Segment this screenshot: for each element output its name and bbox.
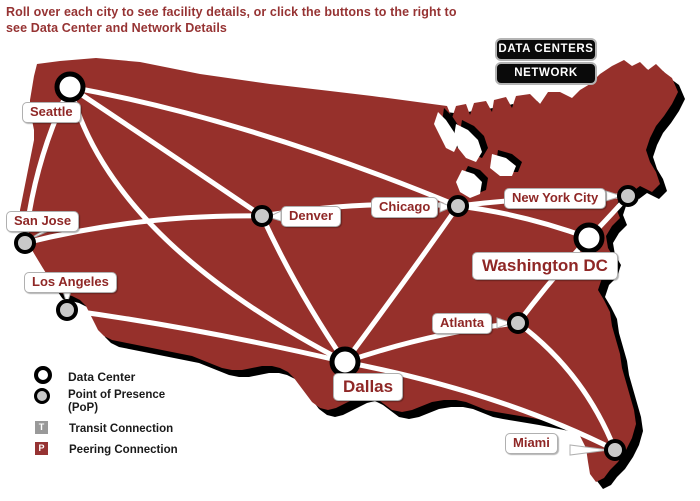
transit-badge-letter: T [35, 421, 48, 434]
node-new-york-city[interactable] [617, 185, 639, 207]
map-legend: Data Center Point of Presence (PoP) T Tr… [34, 366, 244, 459]
legend-item-data-center: Data Center [34, 366, 244, 387]
node-denver[interactable] [251, 205, 273, 227]
legend-item-point-of-presence: Point of Presence (PoP) [34, 388, 244, 415]
data-centers-button[interactable]: DATA CENTERS [495, 38, 597, 61]
city-label-atlanta[interactable]: Atlanta [432, 313, 493, 334]
legend-label-peering-connection: Peering Connection [69, 444, 178, 456]
city-label-san-jose[interactable]: San Jose [6, 211, 80, 232]
node-atlanta[interactable] [507, 312, 529, 334]
city-label-seattle[interactable]: Seattle [22, 102, 81, 123]
legend-label-transit-connection: Transit Connection [69, 423, 174, 435]
legend-item-peering-connection: P Peering Connection [34, 442, 244, 457]
city-label-dallas[interactable]: Dallas [333, 373, 404, 401]
city-label-washington-dc[interactable]: Washington DC [472, 252, 618, 280]
legend-item-transit-connection: T Transit Connection [34, 421, 244, 436]
network-button[interactable]: NETWORK [495, 62, 597, 85]
pop-circle-icon [34, 388, 68, 404]
datacenter-circle-icon [34, 366, 68, 384]
network-map-page: Roll over each city to see facility deta… [0, 0, 700, 501]
node-seattle[interactable] [54, 71, 86, 103]
legend-label-data-center: Data Center [68, 370, 136, 384]
node-chicago[interactable] [447, 195, 469, 217]
peering-badge-icon: P [34, 442, 69, 455]
city-label-miami[interactable]: Miami [505, 433, 558, 454]
node-san-jose[interactable] [14, 232, 36, 254]
transit-badge-icon: T [34, 421, 69, 434]
city-label-denver[interactable]: Denver [281, 206, 342, 227]
node-miami[interactable] [604, 439, 626, 461]
node-los-angeles[interactable] [56, 299, 78, 321]
node-washington-dc[interactable] [573, 222, 605, 254]
node-dallas[interactable] [329, 346, 361, 378]
city-label-new-york-city[interactable]: New York City [504, 188, 607, 209]
legend-label-point-of-presence: Point of Presence (PoP) [68, 389, 166, 414]
city-label-los-angeles[interactable]: Los Angeles [24, 272, 117, 293]
peering-badge-letter: P [35, 442, 48, 455]
city-label-chicago[interactable]: Chicago [371, 197, 439, 218]
